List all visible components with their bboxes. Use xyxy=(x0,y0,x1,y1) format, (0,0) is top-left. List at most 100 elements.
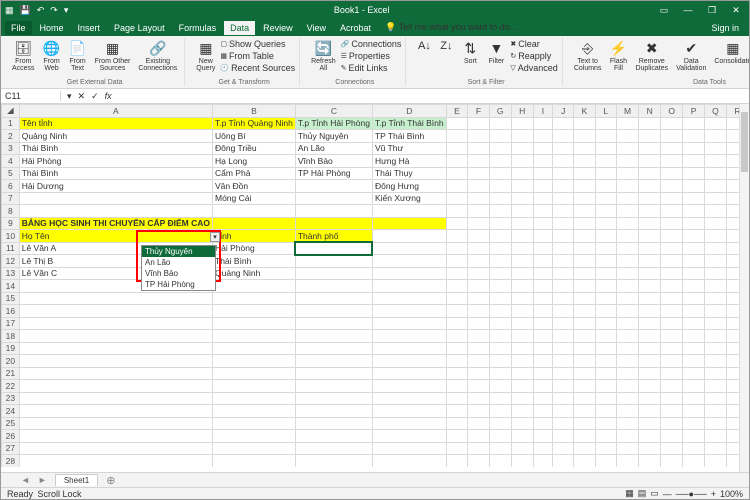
validation-dropdown[interactable]: Thủy NguyênAn LãoVĩnh BảoTP Hải Phòng xyxy=(141,245,216,291)
cell[interactable] xyxy=(295,180,372,193)
cell[interactable] xyxy=(683,230,705,243)
cell[interactable] xyxy=(295,242,372,255)
cell[interactable] xyxy=(683,167,705,180)
fx-confirm-icon[interactable]: ✓ xyxy=(91,91,99,102)
cell[interactable] xyxy=(511,455,533,468)
cell[interactable] xyxy=(704,205,726,218)
show-queries[interactable]: ▢ Show Queries xyxy=(220,38,295,50)
clear-filter[interactable]: ✖ Clear xyxy=(510,38,557,50)
cell[interactable]: Tỉnh xyxy=(213,230,296,243)
cell[interactable] xyxy=(468,455,489,468)
cell[interactable] xyxy=(489,242,511,255)
cell[interactable] xyxy=(213,380,296,393)
name-box[interactable]: C11 xyxy=(1,91,61,101)
cell[interactable] xyxy=(489,230,511,243)
cell[interactable] xyxy=(683,342,705,355)
cell[interactable] xyxy=(639,242,661,255)
cell[interactable] xyxy=(574,392,596,405)
cell[interactable] xyxy=(372,280,446,293)
cell[interactable] xyxy=(511,317,533,330)
cell[interactable] xyxy=(372,392,446,405)
qat-redo-icon[interactable]: ↷ xyxy=(50,5,58,16)
cell[interactable] xyxy=(616,292,638,305)
cell[interactable] xyxy=(213,455,296,468)
cell[interactable] xyxy=(553,417,574,430)
cell[interactable] xyxy=(213,430,296,443)
cell[interactable] xyxy=(639,405,661,418)
col-header[interactable]: O xyxy=(661,105,683,118)
cell[interactable] xyxy=(639,455,661,468)
reapply-filter[interactable]: ↻ Reapply xyxy=(510,50,557,62)
cell[interactable] xyxy=(468,267,489,280)
ribbon-btn[interactable]: 🗄FromAccess xyxy=(9,38,38,73)
cell[interactable] xyxy=(616,280,638,293)
cell[interactable]: Thái Bình xyxy=(19,142,212,155)
cell[interactable] xyxy=(553,305,574,318)
ribbon-btn[interactable]: ⚡FlashFill xyxy=(606,38,630,73)
cell[interactable] xyxy=(553,142,574,155)
cell[interactable] xyxy=(595,392,616,405)
cell[interactable] xyxy=(683,242,705,255)
tell-me[interactable]: 💡 Tell me what you want to do... xyxy=(385,22,517,33)
cell[interactable] xyxy=(468,130,489,143)
cell[interactable] xyxy=(574,267,596,280)
cell[interactable] xyxy=(639,317,661,330)
sheet-nav-prev-icon[interactable]: ◄ xyxy=(21,475,30,485)
cell[interactable] xyxy=(533,430,553,443)
cell[interactable] xyxy=(446,192,468,205)
cell[interactable] xyxy=(704,330,726,343)
cell[interactable] xyxy=(639,392,661,405)
cell[interactable] xyxy=(574,405,596,418)
cell[interactable] xyxy=(639,417,661,430)
cell[interactable] xyxy=(446,455,468,468)
cell[interactable] xyxy=(683,405,705,418)
cell[interactable] xyxy=(553,342,574,355)
cell[interactable] xyxy=(595,117,616,130)
cell[interactable] xyxy=(511,192,533,205)
row-header[interactable]: 2 xyxy=(2,130,20,143)
cell[interactable] xyxy=(213,342,296,355)
cell[interactable] xyxy=(683,317,705,330)
cell[interactable] xyxy=(446,117,468,130)
cell[interactable]: Thái Thụy xyxy=(372,167,446,180)
sort-za-button[interactable]: Z↓ xyxy=(436,38,456,54)
view-normal-icon[interactable]: ▦ xyxy=(625,488,634,499)
cell[interactable] xyxy=(553,217,574,230)
cell[interactable] xyxy=(616,430,638,443)
cell[interactable] xyxy=(616,142,638,155)
cell[interactable] xyxy=(372,380,446,393)
cell[interactable] xyxy=(511,155,533,168)
cell[interactable] xyxy=(704,130,726,143)
cell[interactable] xyxy=(489,317,511,330)
cell[interactable] xyxy=(446,305,468,318)
row-header[interactable]: 26 xyxy=(2,430,20,443)
col-header[interactable]: H xyxy=(511,105,533,118)
cell[interactable] xyxy=(595,305,616,318)
cell[interactable] xyxy=(574,155,596,168)
recent-sources[interactable]: 🕘 Recent Sources xyxy=(220,62,295,74)
cell[interactable] xyxy=(553,267,574,280)
cell[interactable] xyxy=(19,442,212,455)
cell[interactable] xyxy=(511,392,533,405)
vertical-scrollbar[interactable] xyxy=(739,104,749,472)
dropdown-option[interactable]: Thủy Nguyên xyxy=(142,246,215,257)
cell[interactable] xyxy=(616,130,638,143)
cell[interactable] xyxy=(533,380,553,393)
cell[interactable] xyxy=(533,217,553,230)
cell[interactable] xyxy=(295,430,372,443)
cell[interactable] xyxy=(574,342,596,355)
cell[interactable] xyxy=(639,230,661,243)
cell[interactable] xyxy=(295,217,372,230)
cell[interactable] xyxy=(468,117,489,130)
cell[interactable] xyxy=(704,217,726,230)
cell[interactable] xyxy=(661,367,683,380)
cell[interactable] xyxy=(553,405,574,418)
cell[interactable] xyxy=(553,455,574,468)
cell[interactable] xyxy=(683,367,705,380)
cell[interactable] xyxy=(468,442,489,455)
cell[interactable]: Thủy Nguyên xyxy=(295,130,372,143)
qat-save-icon[interactable]: 💾 xyxy=(20,5,31,16)
cell[interactable] xyxy=(446,442,468,455)
col-header[interactable]: N xyxy=(639,105,661,118)
cell[interactable] xyxy=(616,455,638,468)
